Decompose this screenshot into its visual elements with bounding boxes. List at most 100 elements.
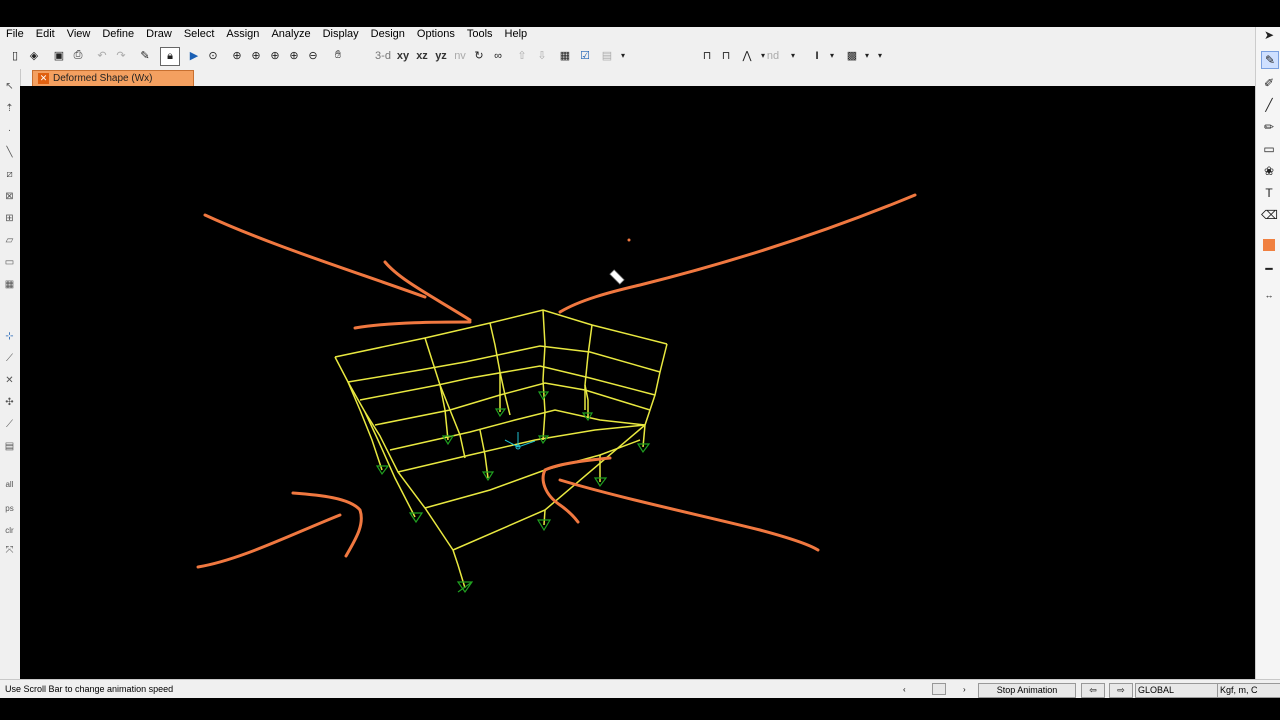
tab-row: ✕ Deformed Shape (Wx) [20, 69, 1255, 87]
clear-selection-icon[interactable]: clr [2, 523, 17, 538]
step-back-icon[interactable]: ⇦ [1081, 683, 1105, 698]
frame-load-icon[interactable]: ⋀ [737, 47, 757, 64]
speed-scrollbar[interactable] [932, 683, 946, 695]
view-xz-button[interactable]: xz [414, 47, 430, 64]
print-icon[interactable]: ⎙ [71, 47, 85, 64]
up-arrow-icon[interactable]: ⇧ [515, 47, 529, 64]
run-icon[interactable]: ▶ [187, 47, 201, 64]
brush-icon[interactable]: ✏ [1261, 119, 1277, 135]
snap-icon[interactable]: ⤧ [2, 543, 17, 558]
expand-icon[interactable]: ↔ [1261, 287, 1277, 303]
select-link-icon[interactable]: ⟋ [2, 351, 17, 366]
annotation-dot [627, 238, 631, 242]
select-line-icon[interactable]: ⟋ [2, 417, 17, 432]
previous-selection-icon[interactable]: ps [2, 501, 17, 516]
menu-assign[interactable]: Assign [220, 27, 265, 42]
reshaper-icon[interactable]: ⇡ [2, 101, 17, 116]
perspective-icon[interactable]: ∞ [490, 47, 506, 64]
zoom-window-icon[interactable]: ⊕ [230, 47, 244, 64]
open-icon[interactable]: ◈ [27, 47, 41, 64]
menu-select[interactable]: Select [178, 27, 221, 42]
view-xy-button[interactable]: xy [395, 47, 411, 64]
quick-frame-icon[interactable]: ⧄ [2, 167, 17, 182]
zoom-restore-icon[interactable]: ⊕ [249, 47, 263, 64]
view-3d-button[interactable]: 3-d [372, 47, 394, 64]
menu-help[interactable]: Help [499, 27, 534, 42]
units-value: Kgf, m, C [1220, 685, 1258, 695]
grid-icon[interactable]: ▦ [558, 47, 572, 64]
menu-define[interactable]: Define [96, 27, 140, 42]
eraser-icon[interactable]: ⌫ [1261, 207, 1278, 223]
menu-view[interactable]: View [61, 27, 97, 42]
check-icon[interactable]: ☑ [578, 47, 592, 64]
units-select[interactable]: Kgf, m, C [1217, 683, 1280, 698]
shapes-icon[interactable]: ❀ [1261, 163, 1277, 179]
menu-design[interactable]: Design [365, 27, 411, 42]
line-icon[interactable]: ╱ [1261, 97, 1277, 113]
rectangle-icon[interactable]: ▭ [1261, 141, 1277, 157]
dropdown-arrow-icon[interactable]: ▾ [618, 47, 628, 64]
scroll-left-icon[interactable]: ‹ [903, 683, 913, 696]
pan-icon[interactable]: ✋︎ [330, 47, 346, 64]
coord-system-select[interactable]: GLOBAL [1135, 683, 1219, 698]
dropdown-arrow-icon[interactable]: ▾ [788, 47, 798, 64]
frame-icon[interactable]: ⊓ [700, 47, 714, 64]
menu-draw[interactable]: Draw [140, 27, 178, 42]
line-width-icon[interactable]: ━ [1261, 261, 1277, 277]
select-point-icon[interactable]: ⊹ [2, 329, 17, 344]
select-all-icon[interactable]: all [2, 477, 17, 492]
redo-icon[interactable]: ↷ [114, 47, 128, 64]
draw-point-icon[interactable]: · [2, 123, 17, 138]
screen-bottom-border [0, 698, 1280, 720]
quick-brace-icon[interactable]: ⊠ [2, 189, 17, 204]
main-toolbar: ▯ ◈ ▣ ⎙ ↶ ↷ ✎ 🔒︎ ▶ ⊙ ⊕ ⊕ ⊕ ⊕ ⊖ ✋︎ 3-d xy… [0, 42, 1255, 70]
view-yz-button[interactable]: yz [433, 47, 449, 64]
quick-area-icon[interactable]: ▦ [2, 277, 17, 292]
zoom-in-icon[interactable]: ⊕ [287, 47, 301, 64]
draw-frame-icon[interactable]: ╲ [2, 145, 17, 160]
frame-section-icon[interactable]: ⊓ [718, 47, 734, 64]
down-arrow-icon[interactable]: ⇩ [535, 47, 549, 64]
animate-icon[interactable]: ⊙ [205, 47, 221, 64]
new-file-icon[interactable]: ▯ [8, 47, 22, 64]
section-icon[interactable]: I [810, 47, 824, 64]
menu-analyze[interactable]: Analyze [265, 27, 316, 42]
lock-icon[interactable]: 🔒︎ [160, 47, 180, 66]
text-icon[interactable]: T [1261, 185, 1277, 201]
area-icon[interactable]: ▩ [845, 47, 859, 64]
rotate-icon[interactable]: ↻ [472, 47, 486, 64]
pointer-icon[interactable]: ↖ [2, 79, 17, 94]
view-nv-button[interactable]: nv [452, 47, 468, 64]
dropdown-arrow-icon[interactable]: ▾ [827, 47, 837, 64]
scroll-right-icon[interactable]: › [963, 683, 973, 696]
annotation-toolbar: ➤ ✎ ✐ ╱ ✏ ▭ ❀ T ⌫ ━ ↔ [1255, 27, 1280, 679]
model-view-canvas[interactable] [20, 86, 1255, 679]
nd-button[interactable]: nd [765, 47, 781, 64]
dropdown-arrow-icon[interactable]: ▾ [875, 47, 885, 64]
step-forward-icon[interactable]: ⇨ [1109, 683, 1133, 698]
color-swatch[interactable] [1263, 239, 1275, 251]
tab-deformed-shape[interactable]: ✕ Deformed Shape (Wx) [32, 70, 194, 87]
pencil-icon[interactable]: ✎ [138, 47, 152, 64]
pointer-icon[interactable]: ➤ [1261, 27, 1277, 43]
select-grid-icon[interactable]: ▤ [2, 439, 17, 454]
select-node-icon[interactable]: ✣ [2, 395, 17, 410]
assign-icon[interactable]: ▤ [600, 47, 614, 64]
poly-area-icon[interactable]: ▱ [2, 233, 17, 248]
save-icon[interactable]: ▣ [52, 47, 66, 64]
pen-icon[interactable]: ✎ [1261, 51, 1279, 69]
menu-display[interactable]: Display [317, 27, 365, 42]
dropdown-arrow-icon[interactable]: ▾ [862, 47, 872, 64]
menu-edit[interactable]: Edit [30, 27, 61, 42]
draw-area-icon[interactable]: ⊞ [2, 211, 17, 226]
undo-icon[interactable]: ↶ [95, 47, 109, 64]
highlighter-icon[interactable]: ✐ [1261, 75, 1277, 91]
menu-tools[interactable]: Tools [461, 27, 499, 42]
menu-options[interactable]: Options [411, 27, 461, 42]
zoom-out-icon[interactable]: ⊖ [306, 47, 320, 64]
zoom-full-icon[interactable]: ⊕ [268, 47, 282, 64]
stop-animation-button[interactable]: Stop Animation [978, 683, 1076, 698]
select-cross-icon[interactable]: ✕ [2, 373, 17, 388]
menu-file[interactable]: File [0, 27, 30, 42]
rect-area-icon[interactable]: ▭ [2, 255, 17, 270]
